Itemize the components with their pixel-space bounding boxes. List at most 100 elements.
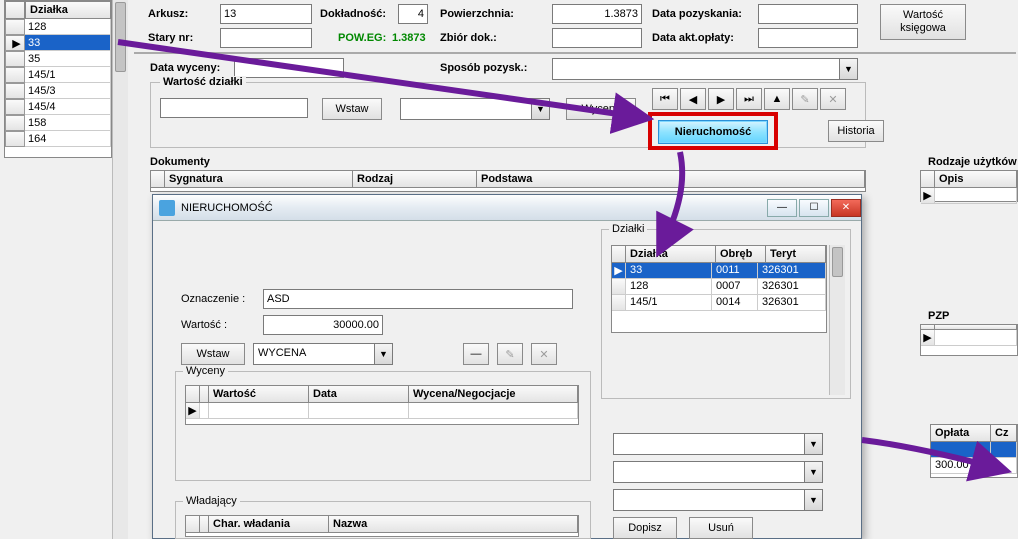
dzialki-group-label: Działki [609, 223, 647, 235]
wartosc-dzialki-group-label: Wartość działki [160, 76, 246, 88]
wladajacy-grid[interactable]: Char. władania Nazwa [185, 515, 579, 537]
dokladnosc-input[interactable] [398, 4, 428, 24]
parcel-scrollbar[interactable] [112, 0, 128, 539]
wyceny-row[interactable]: ▶ [186, 403, 578, 419]
chevron-down-icon[interactable]: ▼ [804, 462, 822, 482]
dokladnosc-label: Dokładność: [320, 8, 386, 20]
col-data[interactable]: Data [309, 386, 409, 403]
nav-last-button[interactable]: ⏭ [736, 88, 762, 110]
chevron-down-icon[interactable]: ▼ [839, 59, 857, 79]
data-akt-input[interactable] [758, 28, 858, 48]
nav-close-button[interactable]: ✕ [820, 88, 846, 110]
grid-corner [612, 246, 626, 263]
dialog-combo-2[interactable]: ▼ [613, 461, 823, 483]
pzp-grid[interactable]: ▶ [920, 324, 1018, 356]
parcel-row[interactable]: 145/4 [25, 99, 111, 115]
col-wartosc[interactable]: Wartość [209, 386, 309, 403]
oplata-value[interactable]: 300.00 [931, 458, 991, 474]
parcel-row[interactable]: 35 [25, 51, 111, 67]
wartosc-combo[interactable]: ▼ [400, 98, 550, 120]
col-oplata[interactable]: Opłata [931, 425, 991, 442]
zbior-dok-input[interactable] [552, 28, 642, 48]
oznaczenie-input[interactable] [263, 289, 573, 309]
col-rodzaj[interactable]: Rodzaj [353, 171, 477, 188]
col-char[interactable]: Char. władania [209, 516, 329, 533]
col-opis[interactable]: Opis [935, 171, 1017, 188]
nav-edit-button[interactable]: ✎ [792, 88, 818, 110]
data-pozyskania-label: Data pozyskania: [652, 8, 742, 20]
arkusz-label: Arkusz: [148, 8, 188, 20]
data-pozyskania-input[interactable] [758, 4, 858, 24]
parcel-table[interactable]: Działka 128 ▶ 33 35 145/1 145/3 145/4 15… [4, 0, 112, 158]
nav-first-button[interactable]: ⏮ [652, 88, 678, 110]
col-teryt[interactable]: Teryt [766, 246, 826, 263]
parcel-row[interactable]: 164 [25, 131, 111, 147]
col-cz[interactable]: Cz [991, 425, 1017, 442]
dialog-titlebar[interactable]: NIERUCHOMOŚĆ — ☐ ✕ [153, 195, 861, 221]
powierzchnia-input[interactable] [552, 4, 642, 24]
edit-button[interactable]: ✎ [497, 343, 523, 365]
chevron-down-icon[interactable]: ▼ [804, 434, 822, 454]
data-wyceny-input[interactable] [234, 58, 344, 78]
dzialki-row[interactable]: 128 0007 326301 [612, 279, 826, 295]
dzialki-scrollbar[interactable] [829, 245, 845, 395]
wartosc-ksiegowa-button[interactable]: Wartość księgowa [880, 4, 966, 40]
chevron-down-icon[interactable]: ▼ [804, 490, 822, 510]
wartosc-input[interactable] [263, 315, 383, 335]
col-podstawa[interactable]: Podstawa [477, 171, 865, 188]
col-sygnatura[interactable]: Sygnatura [165, 171, 353, 188]
dokumenty-grid[interactable]: Sygnatura Rodzaj Podstawa [150, 170, 866, 192]
dzialki-grid[interactable]: Działka Obręb Teryt ▶ 33 0011 326301 128… [611, 245, 827, 333]
arkusz-input[interactable] [220, 4, 312, 24]
stary-nr-input[interactable] [220, 28, 312, 48]
cancel-button[interactable]: ✕ [531, 343, 557, 365]
wyceny-button[interactable]: Wyceny [566, 98, 636, 120]
parcel-row[interactable]: 128 [25, 19, 111, 35]
wyceny-grid[interactable]: Wartość Data Wycena/Negocjacje ▶ [185, 385, 579, 425]
stary-nr-label: Stary nr: [148, 32, 193, 44]
chevron-down-icon[interactable]: ▼ [374, 344, 392, 364]
dialog-wstaw-button[interactable]: Wstaw [181, 343, 245, 365]
dokumenty-label: Dokumenty [150, 156, 210, 168]
dialog-combo-1[interactable]: ▼ [613, 433, 823, 455]
nav-next-button[interactable]: ▶ [708, 88, 734, 110]
nieruchomosc-button[interactable]: Nieruchomość [658, 120, 768, 144]
parcel-header: Działka [25, 1, 111, 19]
parcel-row[interactable]: 145/3 [25, 83, 111, 99]
nav-up-button[interactable]: ▲ [764, 88, 790, 110]
col-wn[interactable]: Wycena/Negocjacje [409, 386, 578, 403]
parcel-row[interactable]: 158 [25, 115, 111, 131]
parcel-row[interactable]: 145/1 [25, 67, 111, 83]
rodzaje-uzytkow-label: Rodzaje użytków [928, 156, 1017, 168]
sposob-pozysk-combo[interactable]: ▼ [552, 58, 858, 80]
oplata-grid[interactable]: Opłata Cz 300.00 [930, 424, 1018, 478]
dzialki-row[interactable]: ▶ 33 0011 326301 [612, 263, 826, 279]
dialog-combo-3[interactable]: ▼ [613, 489, 823, 511]
poweg-label: POW.EG: [338, 32, 386, 44]
sposob-pozysk-label: Sposób pozysk.: [440, 62, 527, 74]
nav-prev-button[interactable]: ◀ [680, 88, 706, 110]
wartosc-dzialki-input[interactable] [160, 98, 308, 118]
maximize-button[interactable]: ☐ [799, 199, 829, 217]
data-akt-label: Data akt.opłaty: [652, 32, 734, 44]
dzialki-row[interactable]: 145/1 0014 326301 [612, 295, 826, 311]
col-obreb[interactable]: Obręb [716, 246, 766, 263]
nieruchomosc-dialog: NIERUCHOMOŚĆ — ☐ ✕ Działki Działka Obręb… [152, 194, 862, 539]
pzp-label: PZP [928, 310, 949, 322]
close-button[interactable]: ✕ [831, 199, 861, 217]
minimize-button[interactable]: — [767, 199, 797, 217]
col-dzialka[interactable]: Działka [626, 246, 716, 263]
wstaw-button[interactable]: Wstaw [322, 98, 382, 120]
remove-button[interactable]: — [463, 343, 489, 365]
zbior-dok-label: Zbiór dok.: [440, 32, 497, 44]
col-nazwa[interactable]: Nazwa [329, 516, 578, 533]
wycena-combo[interactable]: WYCENA ▼ [253, 343, 393, 365]
chevron-down-icon[interactable]: ▼ [531, 99, 549, 119]
parcel-row-selected[interactable]: 33 [25, 35, 111, 51]
historia-button[interactable]: Historia [828, 120, 884, 142]
usun-button[interactable]: Usuń [689, 517, 753, 539]
dopisz-button[interactable]: Dopisz [613, 517, 677, 539]
rodzaje-uzytkow-grid[interactable]: Opis ▶ [920, 170, 1018, 202]
app-icon [159, 200, 175, 216]
poweg-value: 1.3873 [392, 32, 426, 44]
